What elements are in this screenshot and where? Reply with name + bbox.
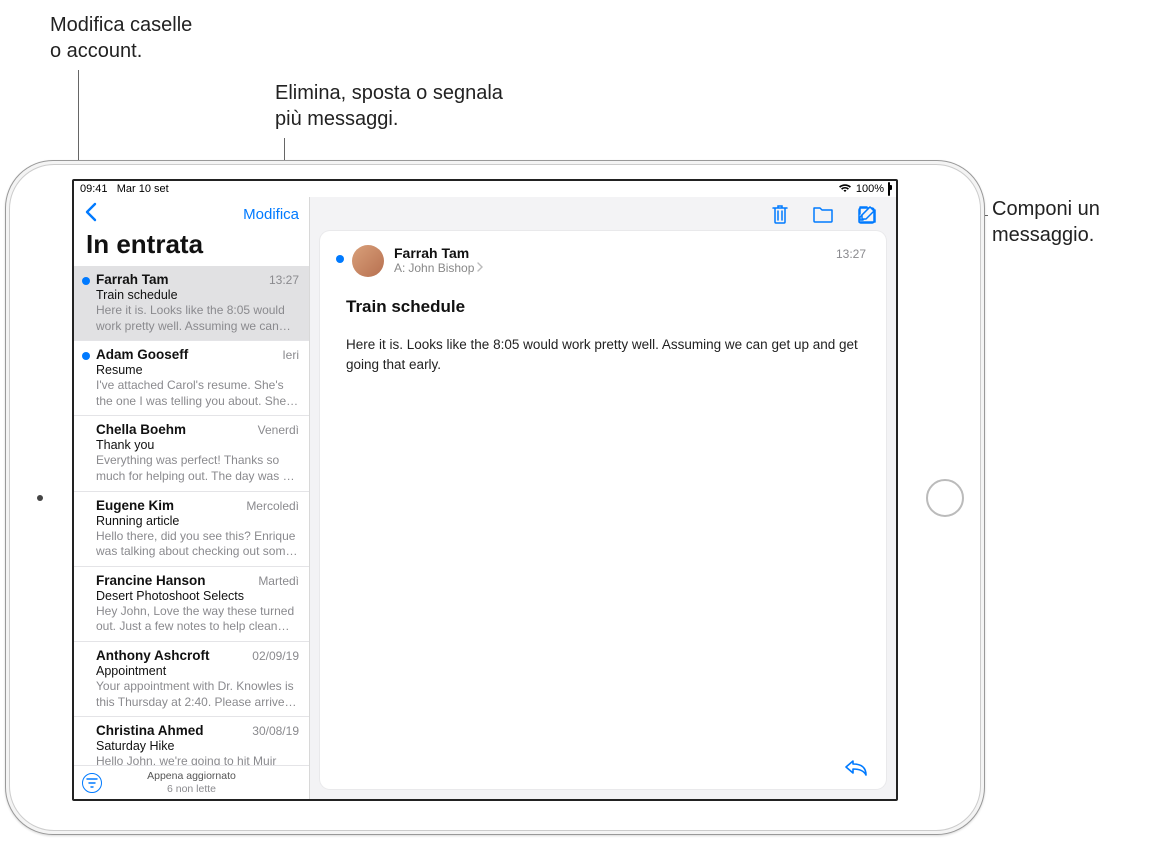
- list-preview: Your appointment with Dr. Knowles is thi…: [96, 679, 299, 710]
- home-button[interactable]: [926, 479, 964, 517]
- callout-compose: Componi un messaggio.: [992, 196, 1100, 248]
- to-label: A:: [394, 261, 405, 275]
- front-camera: [37, 495, 43, 501]
- battery-icon: [888, 183, 890, 195]
- status-date: Mar 10 set: [117, 183, 169, 195]
- unread-dot-icon: [82, 352, 90, 360]
- list-preview: I've attached Carol's resume. She's the …: [96, 378, 299, 409]
- list-sender: Eugene Kim: [96, 498, 174, 513]
- back-button[interactable]: [80, 202, 101, 226]
- list-subject: Running article: [96, 514, 299, 528]
- message-subject: Train schedule: [320, 277, 886, 325]
- trash-button[interactable]: [770, 203, 790, 225]
- battery-percent: 100%: [856, 183, 884, 195]
- edit-button[interactable]: Modifica: [243, 206, 299, 223]
- list-sender: Anthony Ashcroft: [96, 648, 210, 663]
- list-sender: Farrah Tam: [96, 272, 169, 287]
- sender-avatar[interactable]: [352, 245, 384, 277]
- list-time: Venerdì: [258, 423, 299, 437]
- list-time: Mercoledì: [246, 499, 299, 513]
- header-sender[interactable]: Farrah Tam: [394, 245, 870, 261]
- list-sender: Adam Gooseff: [96, 347, 188, 362]
- reply-button[interactable]: [844, 757, 868, 777]
- unread-dot-icon: [82, 277, 90, 285]
- list-subject: Saturday Hike: [96, 739, 299, 753]
- callout-delete-move: Elimina, sposta o segnala più messaggi.: [275, 80, 503, 132]
- message-list-item[interactable]: Francine Hanson MartedìDesert Photoshoot …: [74, 567, 309, 642]
- app-body: Modifica In entrata Farrah Tam13:27Train…: [74, 197, 896, 799]
- list-sender: Chella Boehm: [96, 422, 186, 437]
- message-list-item[interactable]: Adam Gooseff IeriResumeI've attached Caro…: [74, 341, 309, 416]
- move-folder-button[interactable]: [812, 204, 834, 224]
- chevron-right-icon: [477, 262, 484, 275]
- unread-indicator: [336, 255, 344, 263]
- ipad-frame: 09:41 Mar 10 set 100%: [5, 160, 985, 835]
- message-body: Here it is. Looks like the 8:05 would wo…: [320, 325, 886, 386]
- list-subject: Train schedule: [96, 288, 299, 302]
- compose-button[interactable]: [856, 203, 878, 225]
- list-sender: Francine Hanson: [96, 573, 206, 588]
- list-time: 02/09/19: [252, 649, 299, 663]
- list-time: Martedì: [258, 574, 299, 588]
- message-list-item[interactable]: Anthony Ashcroft 02/09/19AppointmentYour …: [74, 642, 309, 717]
- message-header: Farrah Tam A: John Bishop 13:27: [320, 231, 886, 277]
- ipad-bezel: 09:41 Mar 10 set 100%: [9, 164, 981, 831]
- list-preview: Here it is. Looks like the 8:05 would wo…: [96, 303, 299, 334]
- list-subject: Thank you: [96, 438, 299, 452]
- list-subject: Desert Photoshoot Selects: [96, 589, 299, 603]
- footer-status-area: Appena aggiornato 6 non lette: [74, 770, 309, 795]
- message-list-item[interactable]: Eugene Kim MercoledìRunning articleHello …: [74, 492, 309, 567]
- status-left: 09:41 Mar 10 set: [80, 183, 169, 195]
- wifi-icon: [838, 183, 852, 196]
- list-preview: Hey John, Love the way these turned out.…: [96, 604, 299, 635]
- status-time: 09:41: [80, 183, 108, 195]
- message-list[interactable]: Farrah Tam 13:27Train scheduleHere it is.…: [74, 266, 309, 765]
- list-time: 13:27: [269, 273, 299, 287]
- callout-edit-mailboxes: Modifica caselle o account.: [50, 12, 192, 64]
- message-card: Farrah Tam A: John Bishop 13:27: [320, 231, 886, 789]
- list-preview: Hello John, we're going to hit Muir earl…: [96, 754, 299, 765]
- status-bar: 09:41 Mar 10 set 100%: [74, 181, 896, 197]
- screen: 09:41 Mar 10 set 100%: [72, 179, 898, 801]
- inbox-title: In entrata: [74, 227, 309, 266]
- sidebar-header: Modifica: [74, 197, 309, 227]
- list-sender: Christina Ahmed: [96, 723, 204, 738]
- list-preview: Everything was perfect! Thanks so much f…: [96, 453, 299, 484]
- list-subject: Resume: [96, 363, 299, 377]
- footer-unread-count: 6 non lette: [74, 783, 309, 796]
- sidebar: Modifica In entrata Farrah Tam 13:27Train…: [74, 197, 310, 799]
- message-list-item[interactable]: Christina Ahmed 30/08/19Saturday HikeHell…: [74, 717, 309, 765]
- header-recipient-row[interactable]: A: John Bishop: [394, 261, 870, 275]
- status-right: 100%: [838, 183, 890, 196]
- list-subject: Appointment: [96, 664, 299, 678]
- list-preview: Hello there, did you see this? Enrique w…: [96, 529, 299, 560]
- to-name: John Bishop: [408, 261, 474, 275]
- list-time: Ieri: [282, 348, 299, 362]
- sidebar-footer: Appena aggiornato 6 non lette: [74, 765, 309, 799]
- toolbar: [310, 197, 896, 231]
- reply-row: [320, 747, 886, 789]
- message-list-item[interactable]: Farrah Tam 13:27Train scheduleHere it is.…: [74, 266, 309, 341]
- main-pane: Farrah Tam A: John Bishop 13:27: [310, 197, 896, 799]
- header-info: Farrah Tam A: John Bishop: [394, 245, 870, 277]
- header-time: 13:27: [836, 247, 866, 261]
- message-list-item[interactable]: Chella Boehm VenerdìThank youEverything w…: [74, 416, 309, 491]
- footer-updated: Appena aggiornato: [74, 770, 309, 783]
- list-time: 30/08/19: [252, 724, 299, 738]
